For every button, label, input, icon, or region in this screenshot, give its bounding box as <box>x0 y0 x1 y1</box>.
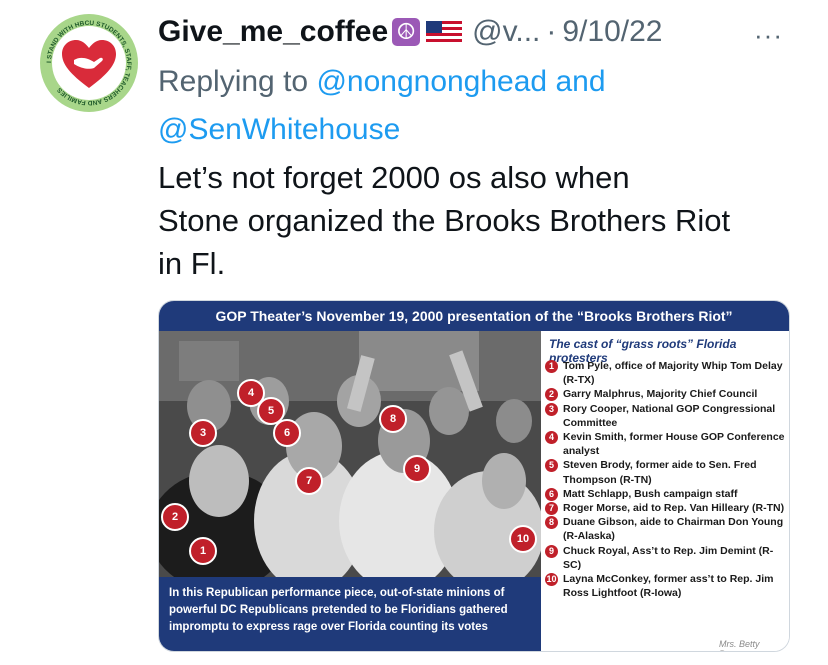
photo-badge: 1 <box>189 537 217 565</box>
tweet-date[interactable]: 9/10/22 <box>562 15 662 49</box>
avatar[interactable]: I STAND WITH HBCU STUDENTS, STAFF, TEACH… <box>40 14 138 112</box>
cast-item-text: Layna McConkey, former ass’t to Rep. Jim… <box>563 573 774 600</box>
tweet-header: Give_me_coffee ☮ @v... · 9/10/22 <box>158 12 662 52</box>
cast-item: 1 Tom Pyle, office of Majority Whip Tom D… <box>545 359 785 387</box>
cast-number-badge: 9 <box>545 544 558 558</box>
cast-item: 8 Duane Gibson, aide to Chairman Don Youn… <box>545 515 785 543</box>
cast-item-text: Duane Gibson, aide to Chairman Don Young… <box>563 516 784 543</box>
reply-user-link-2[interactable]: @SenWhitehouse <box>158 113 400 146</box>
cast-item-text: Garry Malphrus, Majority Chief Council <box>563 388 758 401</box>
cast-number-badge: 2 <box>545 388 558 402</box>
cast-item-text: Kevin Smith, former House GOP Conference… <box>563 431 785 458</box>
photo-badge: 10 <box>509 525 537 553</box>
tweet-text-line: Stone organized the Brooks Brothers Riot <box>158 203 731 238</box>
cast-item-text: Chuck Royal, Ass’t to Rep. Jim Demint (R… <box>563 544 774 571</box>
tweet-text: Let’s not forget 2000 os also when Stone… <box>158 156 808 285</box>
crowd-illustration <box>159 331 541 577</box>
cast-item-text: Rory Cooper, National GOP Congressional … <box>563 402 776 429</box>
cast-number-badge: 10 <box>545 573 558 587</box>
reply-user-link-1[interactable]: @nongnonghead <box>316 65 547 98</box>
tweet-media-image[interactable]: GOP Theater’s November 19, 2000 presenta… <box>158 300 790 652</box>
cast-item: 3 Rory Cooper, National GOP Congressional… <box>545 402 785 430</box>
cast-item-text: Steven Brody, former aide to Sen. Fred T… <box>563 459 757 486</box>
photo-badge: 6 <box>273 419 301 447</box>
cast-number-badge: 4 <box>545 431 558 445</box>
photo-badge: 9 <box>403 455 431 483</box>
cast-item-text: Tom Pyle, office of Majority Whip Tom De… <box>563 360 783 387</box>
cast-number-badge: 7 <box>545 502 558 516</box>
separator-dot: · <box>546 15 557 48</box>
more-options-icon[interactable]: ··· <box>754 20 783 51</box>
cast-number-badge: 6 <box>545 487 558 501</box>
replying-to-label: Replying to <box>158 65 309 98</box>
cast-number-badge: 3 <box>545 402 558 416</box>
cast-number-badge: 1 <box>545 360 558 373</box>
peace-symbol-icon: ☮ <box>392 18 421 46</box>
crowd-photo: 1 2 3 4 5 6 7 8 9 10 <box>159 331 541 577</box>
display-name[interactable]: Give_me_coffee <box>158 15 388 49</box>
cast-list-panel: The cast of “grass roots” Florida protes… <box>541 331 789 651</box>
cast-item: 9 Chuck Royal, Ass’t to Rep. Jim Demint (… <box>545 544 785 572</box>
photo-badge: 2 <box>161 503 189 531</box>
cast-item: 6 Matt Schlapp, Bush campaign staff <box>545 487 785 501</box>
cast-item: 7 Roger Morse, aid to Rep. Van Hilleary (… <box>545 501 785 516</box>
cast-item-text: Roger Morse, aid to Rep. Van Hilleary (R… <box>563 502 785 515</box>
cast-number-badge: 5 <box>545 459 558 473</box>
replying-to: Replying to @nongnonghead and @SenWhiteh… <box>158 58 778 154</box>
photo-badge: 8 <box>379 405 407 433</box>
tweet-text-line: Let’s not forget 2000 os also when <box>158 160 630 195</box>
heart-hands-icon: I STAND WITH HBCU STUDENTS, STAFF, TEACH… <box>46 20 132 106</box>
cast-item: 4 Kevin Smith, former House GOP Conferenc… <box>545 430 785 458</box>
cast-item: 5 Steven Brody, former aide to Sen. Fred … <box>545 458 785 486</box>
image-credit: Mrs. Betty Bowers <box>719 639 760 651</box>
reply-and-text: and <box>555 65 606 98</box>
cast-item: 2 Garry Malphrus, Majority Chief Council <box>545 387 785 402</box>
cast-item: 10 Layna McConkey, former ass’t to Rep. J… <box>545 572 785 600</box>
media-banner-title: GOP Theater’s November 19, 2000 presenta… <box>159 301 789 331</box>
cast-number-badge: 8 <box>545 516 558 530</box>
cast-list: 1 Tom Pyle, office of Majority Whip Tom D… <box>545 359 785 600</box>
photo-caption: In this Republican performance piece, ou… <box>159 577 541 651</box>
cast-item-text: Matt Schlapp, Bush campaign staff <box>563 487 738 500</box>
us-flag-icon <box>426 21 463 43</box>
photo-badge: 3 <box>189 419 217 447</box>
photo-badge: 7 <box>295 467 323 495</box>
user-handle[interactable]: @v... <box>472 15 540 49</box>
tweet-text-line: in Fl. <box>158 246 226 281</box>
